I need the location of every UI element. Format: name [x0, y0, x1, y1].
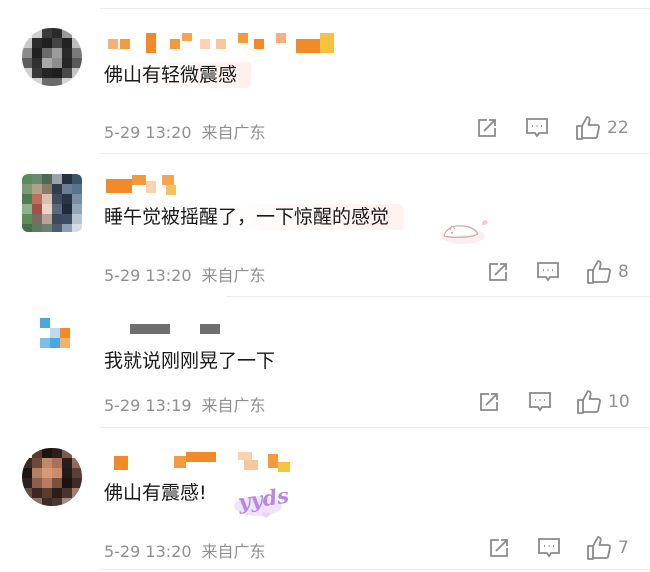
repost-icon[interactable]: [487, 261, 509, 283]
comment-divider: [100, 153, 650, 154]
comment-time: 5-29 13:20: [104, 542, 192, 561]
user-avatar[interactable]: [22, 28, 82, 86]
like-icon[interactable]: [586, 535, 612, 561]
like-count: 22: [607, 118, 629, 138]
repost-icon[interactable]: [478, 391, 500, 413]
comment-text: 佛山有轻微震感: [104, 62, 252, 88]
comment-meta: 5-29 13:20 来自广东: [104, 538, 266, 562]
user-avatar[interactable]: [22, 174, 82, 232]
like-icon[interactable]: [586, 259, 612, 285]
comment-time: 5-29 13:19: [104, 396, 192, 415]
top-divider: [100, 8, 650, 9]
comment-meta: 5-29 13:20 来自广东: [104, 262, 266, 286]
like-icon[interactable]: [576, 389, 602, 415]
user-avatar[interactable]: [22, 448, 82, 506]
like-icon[interactable]: [575, 115, 601, 141]
comment-divider: [100, 427, 650, 428]
comment-location: 来自广东: [201, 123, 266, 142]
comment-location: 来自广东: [201, 266, 266, 285]
comment-icon[interactable]: [536, 261, 560, 283]
user-avatar[interactable]: [30, 318, 70, 358]
comment-text: 我就说刚刚晃了一下: [104, 350, 276, 372]
comment-location: 来自广东: [201, 542, 266, 561]
username-pixelated[interactable]: [104, 33, 344, 53]
comment-icon[interactable]: [525, 117, 549, 139]
comment-meta: 5-29 13:19 来自广东: [104, 392, 266, 416]
like-count: 10: [608, 392, 630, 412]
comment-icon[interactable]: [537, 537, 561, 559]
comment-location: 来自广东: [201, 396, 266, 415]
comment-time: 5-29 13:20: [104, 266, 192, 285]
username-pixelated[interactable]: [104, 322, 224, 342]
sleeping-cat-sticker-icon: [441, 220, 488, 244]
comment-divider: [226, 296, 650, 297]
repost-icon[interactable]: [476, 117, 498, 139]
comment-text: 佛山有震感!: [104, 482, 207, 504]
username-pixelated[interactable]: [104, 175, 194, 195]
comment-divider: [100, 569, 650, 570]
yyds-sticker: yyds: [230, 483, 290, 520]
comment-text: 睡午觉被摇醒了，一下惊醒的感觉: [104, 204, 404, 230]
comment-icon[interactable]: [528, 391, 552, 413]
comment-time: 5-29 13:20: [104, 123, 192, 142]
like-count: 8: [618, 262, 629, 282]
repost-icon[interactable]: [488, 537, 510, 559]
comment-meta: 5-29 13:20 来自广东: [104, 119, 266, 143]
username-pixelated[interactable]: [104, 452, 294, 472]
like-count: 7: [618, 538, 629, 558]
